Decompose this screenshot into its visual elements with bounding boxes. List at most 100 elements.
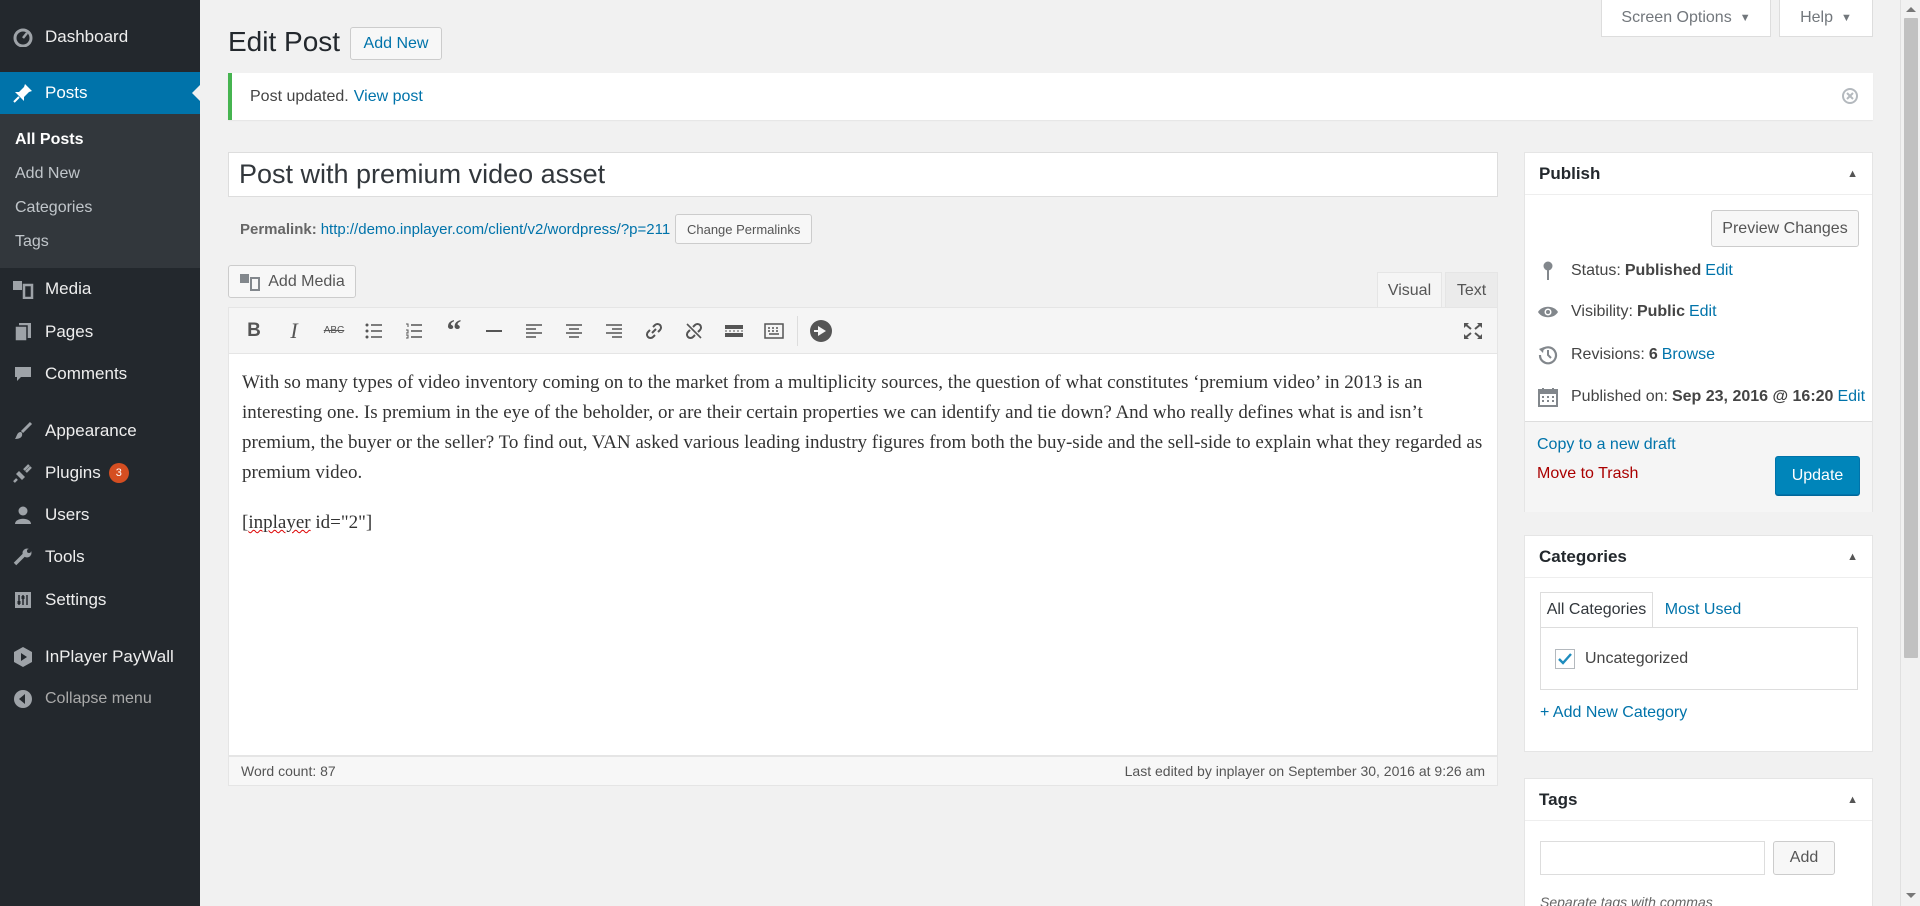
menu-label-appearance: Appearance <box>45 421 137 440</box>
menu-item-dashboard[interactable]: Dashboard <box>0 16 200 58</box>
history-clock-icon <box>1537 345 1559 365</box>
tab-visual[interactable]: Visual <box>1377 272 1442 308</box>
insert-link-icon[interactable] <box>634 311 674 351</box>
page-scrollbar[interactable] <box>1900 0 1920 906</box>
copy-to-draft-link[interactable]: Copy to a new draft <box>1537 436 1676 454</box>
menu-label-inplayer: InPlayer PayWall <box>45 647 174 666</box>
category-label[interactable]: Uncategorized <box>1585 650 1688 668</box>
new-tag-input[interactable] <box>1540 841 1765 875</box>
screen-options-tab[interactable]: Screen Options ▼ <box>1601 0 1771 37</box>
eye-icon <box>1537 304 1559 320</box>
tags-box-title: Tags <box>1539 789 1578 809</box>
add-tag-button[interactable]: Add <box>1773 841 1835 875</box>
blockquote-button[interactable]: “ <box>434 311 474 351</box>
category-checkbox[interactable] <box>1555 648 1575 669</box>
menu-item-users[interactable]: Users <box>0 494 200 536</box>
revisions-count: 6 <box>1648 346 1658 363</box>
collapse-menu-button[interactable]: Collapse menu <box>0 678 200 720</box>
menu-label-tools: Tools <box>45 547 85 566</box>
menu-item-comments[interactable]: Comments <box>0 353 200 395</box>
categories-box-header[interactable]: Categories ▲ <box>1525 536 1872 578</box>
tab-most-used[interactable]: Most Used <box>1653 592 1753 628</box>
categories-box-title: Categories <box>1539 546 1627 566</box>
italic-button[interactable]: I <box>274 311 314 351</box>
menu-item-inplayer-paywall[interactable]: InPlayer PayWall <box>0 636 200 678</box>
category-checklist: Uncategorized <box>1540 627 1858 690</box>
numbered-list-button[interactable] <box>394 311 434 351</box>
collapse-triangle-icon[interactable]: ▲ <box>1847 551 1858 563</box>
menu-item-plugins[interactable]: Plugins 3 <box>0 452 200 494</box>
tags-hint: Separate tags with commas <box>1540 894 1713 906</box>
publish-box-title: Publish <box>1539 163 1601 183</box>
publish-box-header[interactable]: Publish ▲ <box>1525 153 1872 195</box>
publish-box: Publish ▲ Preview Changes Status: Publis… <box>1524 152 1873 512</box>
change-permalinks-button[interactable]: Change Permalinks <box>675 214 813 244</box>
tab-all-categories[interactable]: All Categories <box>1540 592 1653 628</box>
tags-box-header[interactable]: Tags ▲ <box>1525 779 1872 821</box>
page-title: Edit Post <box>228 26 341 57</box>
word-count: Word count: 87 <box>241 763 336 779</box>
toolbar-toggle-button[interactable] <box>754 311 794 351</box>
preview-changes-button[interactable]: Preview Changes <box>1711 210 1859 247</box>
bold-button[interactable]: B <box>234 311 274 351</box>
permalink-row: Permalink: http://demo.inplayer.com/clie… <box>240 214 813 244</box>
bulleted-list-button[interactable] <box>354 311 394 351</box>
view-post-link[interactable]: View post <box>354 88 423 106</box>
menu-item-media[interactable]: Media <box>0 268 200 310</box>
fullscreen-icon[interactable] <box>1453 311 1493 351</box>
add-new-post-button[interactable]: Add New <box>350 27 442 60</box>
strikethrough-button[interactable]: ABC <box>314 311 354 351</box>
post-title-input[interactable]: Post with premium video asset <box>228 152 1498 197</box>
published-edit-link[interactable]: Edit <box>1837 388 1865 406</box>
permalink-url-link[interactable]: http://demo.inplayer.com/client/v2/wordp… <box>321 221 671 238</box>
calendar-icon <box>1537 387 1559 407</box>
horizontal-line-button[interactable] <box>474 311 514 351</box>
status-label: Status: <box>1571 262 1621 279</box>
read-more-button[interactable] <box>714 311 754 351</box>
editor-status-bar: Word count: 87 Last edited by inplayer o… <box>228 756 1498 786</box>
browse-revisions-link[interactable]: Browse <box>1662 346 1715 364</box>
pushpin-icon <box>12 82 34 104</box>
move-to-trash-link[interactable]: Move to Trash <box>1537 465 1638 483</box>
submenu-categories[interactable]: Categories <box>15 199 92 217</box>
scroll-up-arrow-icon[interactable] <box>1906 2 1916 12</box>
align-center-button[interactable] <box>554 311 594 351</box>
shortcode-attrs: id="2"] <box>310 512 373 533</box>
submenu-add-new[interactable]: Add New <box>15 165 80 183</box>
scrollbar-thumb[interactable] <box>1904 18 1918 658</box>
menu-item-pages[interactable]: Pages <box>0 311 200 353</box>
media-icon <box>12 278 34 300</box>
status-edit-link[interactable]: Edit <box>1705 262 1733 280</box>
update-button[interactable]: Update <box>1775 456 1860 495</box>
dismiss-notice-icon[interactable] <box>1841 87 1859 105</box>
post-content-editor[interactable]: With so many types of video inventory co… <box>228 353 1498 756</box>
inplayer-insert-icon[interactable] <box>801 311 841 351</box>
menu-label-dashboard: Dashboard <box>45 27 129 46</box>
tab-text[interactable]: Text <box>1445 272 1498 308</box>
add-new-category-link[interactable]: + Add New Category <box>1540 704 1687 722</box>
align-left-button[interactable] <box>514 311 554 351</box>
collapse-triangle-icon[interactable]: ▲ <box>1847 794 1858 806</box>
tags-box: Tags ▲ Add Separate tags with commas <box>1524 778 1873 906</box>
menu-label-pages: Pages <box>45 322 94 341</box>
collapse-arrow-icon <box>12 688 34 710</box>
help-tab[interactable]: Help ▼ <box>1779 0 1873 37</box>
remove-link-icon[interactable] <box>674 311 714 351</box>
visibility-value: Public <box>1636 303 1685 320</box>
menu-item-tools[interactable]: Tools <box>0 536 200 578</box>
submenu-all-posts[interactable]: All Posts <box>15 131 83 149</box>
visibility-edit-link[interactable]: Edit <box>1689 303 1717 321</box>
collapse-triangle-icon[interactable]: ▲ <box>1847 168 1858 180</box>
menu-item-appearance[interactable]: Appearance <box>0 410 200 452</box>
submenu-tags[interactable]: Tags <box>15 233 49 251</box>
add-media-button[interactable]: Add Media <box>228 265 356 298</box>
publish-actions: Copy to a new draft Move to Trash Update <box>1525 421 1872 512</box>
scroll-down-arrow-icon[interactable] <box>1906 893 1916 903</box>
editor-toolbar: B I ABC “ <box>228 307 1498 354</box>
settings-sliders-icon <box>12 589 34 611</box>
menu-item-posts[interactable]: Posts <box>0 72 200 114</box>
menu-item-settings[interactable]: Settings <box>0 579 200 621</box>
notice-text: Post updated. <box>250 87 349 105</box>
shortcode-tag-misspelled: inplayer <box>248 512 311 533</box>
align-right-button[interactable] <box>594 311 634 351</box>
